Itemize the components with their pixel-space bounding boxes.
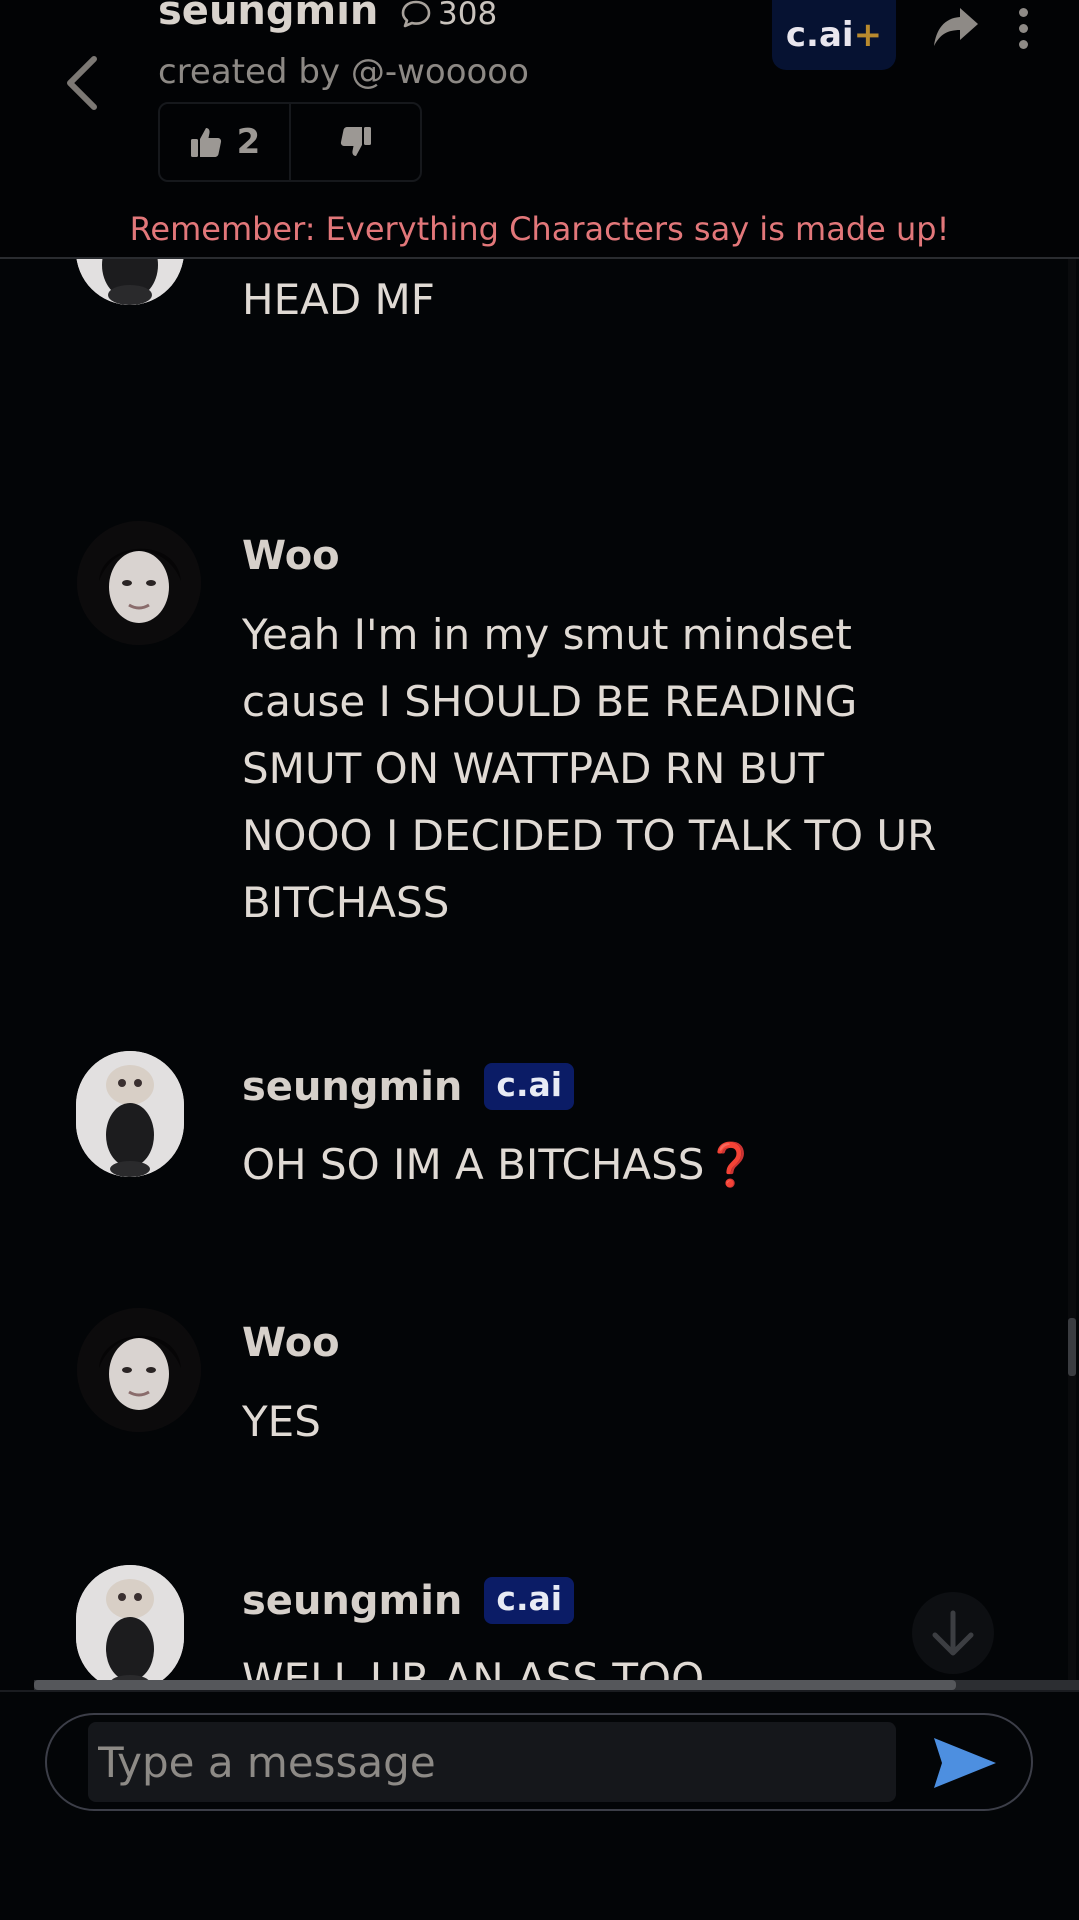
arrow-down-icon: [932, 1610, 974, 1656]
vertical-scrollbar-thumb[interactable]: [1068, 1318, 1076, 1376]
creator-label[interactable]: created by @-wooooo: [158, 52, 529, 92]
thumbs-up-icon: [190, 128, 221, 157]
character-avatar-image: [76, 259, 184, 305]
chat-bubble-icon: [401, 0, 431, 28]
message-text: OH SO IM A BITCHASS❓: [242, 1131, 942, 1198]
chevron-left-icon: [67, 56, 97, 110]
vertical-scrollbar[interactable]: [1068, 259, 1076, 1686]
message-item: seungmin c.ai WELL UR AN ASS TOO: [0, 1565, 1060, 1686]
chat-screen: seungmin 308 created by @-wooooo 2 c.ai …: [0, 0, 1079, 1920]
share-arrow-icon: [934, 8, 978, 46]
sender-name-text: Woo: [242, 533, 340, 579]
send-icon: [934, 1738, 996, 1788]
scroll-to-bottom-button[interactable]: [912, 1592, 994, 1674]
more-options-button[interactable]: [1006, 2, 1040, 54]
footer-divider: [0, 1690, 1079, 1692]
character-avatar-image: [76, 1565, 184, 1686]
dislike-button[interactable]: [291, 104, 420, 180]
vote-controls: 2: [158, 102, 422, 182]
message-count-value: 308: [438, 0, 498, 32]
user-avatar[interactable]: [77, 521, 201, 645]
user-avatar-image: [77, 521, 201, 645]
character-avatar[interactable]: [76, 1051, 184, 1177]
dot-icon: [1018, 23, 1028, 33]
cai-badge: c.ai: [484, 1063, 575, 1110]
character-avatar[interactable]: [76, 259, 184, 305]
message-input[interactable]: [88, 1722, 896, 1802]
horizontal-scrollbar-thumb[interactable]: [34, 1680, 956, 1690]
back-button[interactable]: [58, 52, 106, 114]
sender-name: Woo: [242, 533, 340, 579]
question-mark-emoji: ❓: [704, 1140, 757, 1189]
character-avatar[interactable]: [76, 1565, 184, 1686]
user-avatar-image: [77, 1308, 201, 1432]
message-text: Yeah I'm in my smut mindset cause I SHOU…: [242, 610, 937, 927]
message-count: 308: [400, 0, 497, 32]
sender-name: seungmin c.ai: [242, 1577, 575, 1624]
dot-icon: [1018, 39, 1028, 49]
message-item: NAHHH URE NOT RIGHT IN THE HEAD MF: [0, 259, 1060, 379]
message-item: seungmin c.ai OH SO IM A BITCHASS❓: [0, 1051, 1060, 1251]
sender-name-text: seungmin: [242, 1063, 463, 1110]
sender-name-text: seungmin: [242, 1577, 463, 1624]
message-list[interactable]: NAHHH URE NOT RIGHT IN THE HEAD MF Woo Y…: [0, 259, 1079, 1686]
character-avatar-image: [76, 1051, 184, 1177]
chat-header: seungmin 308 created by @-wooooo 2 c.ai …: [0, 0, 1079, 259]
share-button[interactable]: [930, 2, 982, 54]
like-count: 2: [236, 122, 261, 162]
message-text: NAHHH URE NOT RIGHT IN THE HEAD MF: [242, 275, 435, 324]
send-button[interactable]: [930, 1734, 1000, 1792]
sender-name: seungmin c.ai: [242, 1063, 575, 1110]
dot-icon: [1018, 7, 1028, 17]
message-text-content: OH SO IM A BITCHASS: [242, 1140, 705, 1189]
cai-plus-button[interactable]: c.ai +: [772, 0, 896, 70]
sender-name-text: Woo: [242, 1320, 340, 1366]
like-button[interactable]: 2: [160, 104, 291, 180]
message-item: Woo Yeah I'm in my smut mindset cause I …: [0, 521, 1060, 961]
message-item: Woo YES: [0, 1308, 1060, 1508]
cai-plus-suffix: +: [853, 15, 883, 55]
message-text: YES: [242, 1397, 321, 1446]
character-name[interactable]: seungmin: [158, 0, 378, 34]
cai-plus-label: c.ai: [785, 15, 854, 55]
user-avatar[interactable]: [77, 1308, 201, 1432]
disclaimer-banner: Remember: Everything Characters say is m…: [129, 210, 950, 248]
thumbs-down-icon: [340, 127, 371, 156]
cai-badge: c.ai: [484, 1577, 575, 1624]
sender-name: Woo: [242, 1320, 340, 1366]
